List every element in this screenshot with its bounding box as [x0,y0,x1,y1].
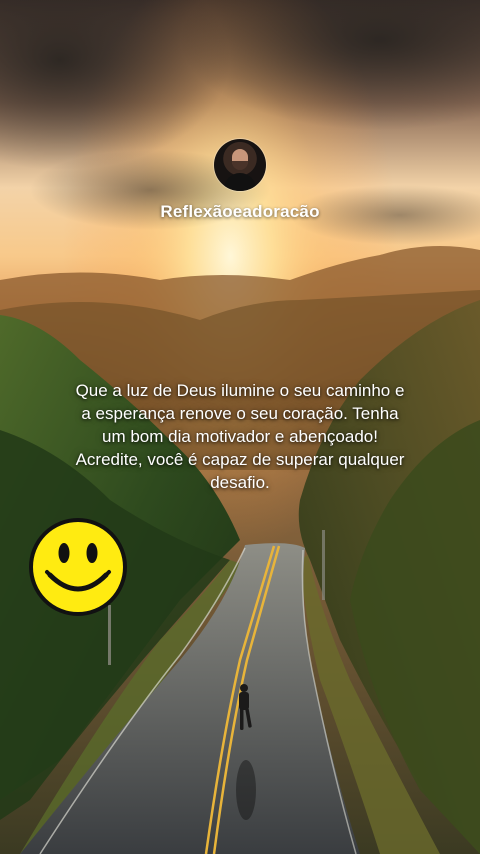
profile-username[interactable]: Reflexãoeadoracão [0,202,480,222]
profile-avatar[interactable] [214,139,266,191]
post-quote-text: Que a luz de Deus ilumine o seu caminho … [75,381,405,492]
avatar-beard [232,161,248,170]
smiley-face-icon [29,518,127,616]
avatar-shirt [224,173,256,191]
